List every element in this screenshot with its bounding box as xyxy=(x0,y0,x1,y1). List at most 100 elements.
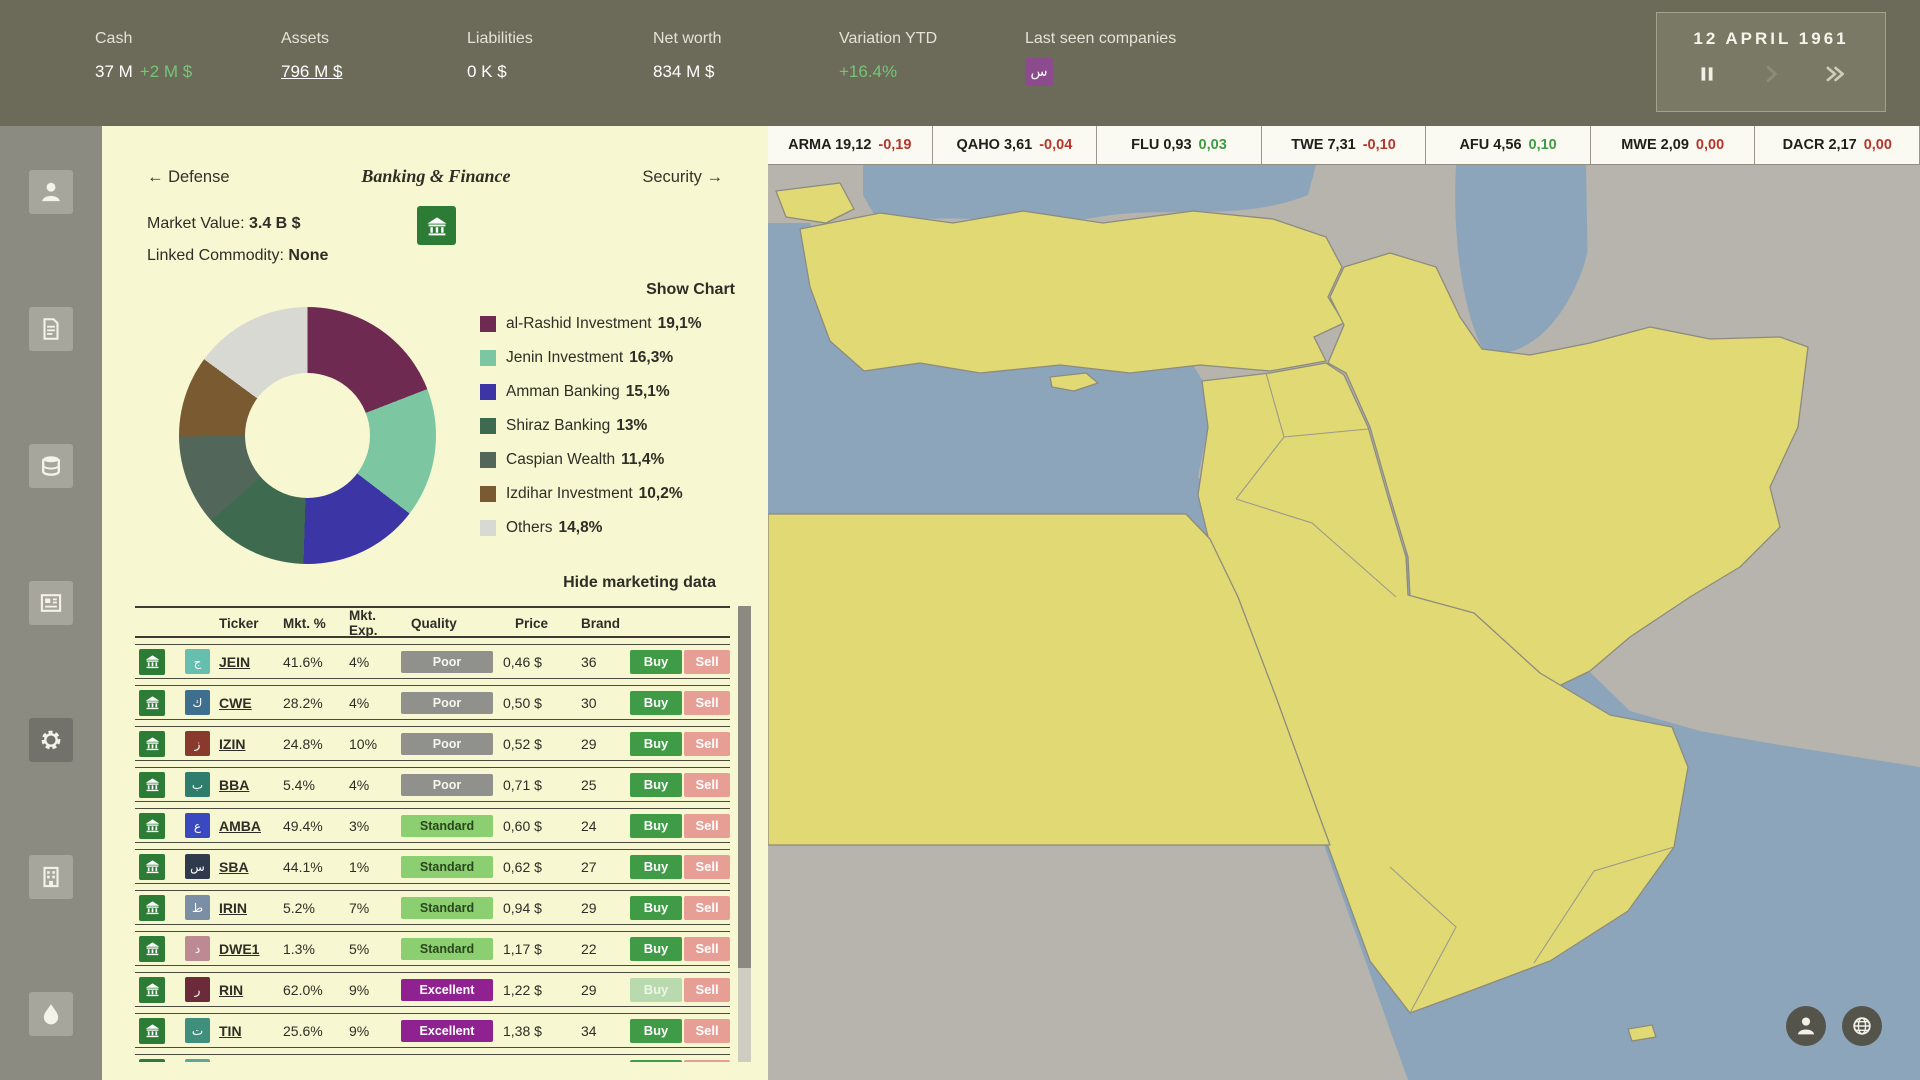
legend-item: Amman Banking15,1% xyxy=(480,383,768,401)
legend-column: Show Chart al-Rashid Investment19,1%Jeni… xyxy=(480,281,768,564)
company-logo[interactable]: ب xyxy=(185,772,210,797)
ticker-link[interactable]: RIN xyxy=(219,982,281,998)
sell-button[interactable]: Sell xyxy=(684,732,730,756)
next-sector-button[interactable]: Security → xyxy=(642,168,723,187)
sell-button[interactable]: Sell xyxy=(684,855,730,879)
sell-button[interactable]: Sell xyxy=(684,773,730,797)
sell-button[interactable]: Sell xyxy=(684,937,730,961)
buy-button[interactable]: Buy xyxy=(630,978,682,1002)
company-logo[interactable]: ج xyxy=(185,649,210,674)
bank-icon[interactable] xyxy=(139,1018,165,1044)
buy-button[interactable]: Buy xyxy=(630,855,682,879)
mkt-exp: 9% xyxy=(349,1023,399,1039)
ticker-cell-QAHO[interactable]: QAHO 3,61-0,04 xyxy=(933,126,1098,164)
ticker-link[interactable]: IRIN xyxy=(219,900,281,916)
pause-button[interactable] xyxy=(1696,63,1718,85)
legend-swatch xyxy=(480,520,496,536)
world-map[interactable] xyxy=(768,165,1920,1080)
sidebar-item-companies[interactable] xyxy=(29,855,73,899)
bank-icon[interactable] xyxy=(139,977,165,1003)
bank-icon[interactable] xyxy=(139,649,165,675)
sector-panel: ← Defense Banking & Finance Security → M… xyxy=(102,126,768,1080)
sidebar-item-resources[interactable] xyxy=(29,444,73,488)
sell-button[interactable]: Sell xyxy=(684,814,730,838)
sell-button[interactable]: Sell xyxy=(684,691,730,715)
ticker-cell-ARMA[interactable]: ARMA 19,12-0,19 xyxy=(768,126,933,164)
table-row: طIRIN5.2%7%Standard0,94 $29BuySell xyxy=(135,890,730,925)
sidebar-item-settings[interactable] xyxy=(29,718,73,762)
fast-forward-button[interactable] xyxy=(1824,63,1846,85)
marketing-table: Ticker Mkt. % Mkt. Exp. Quality Price Br… xyxy=(135,606,730,1062)
buy-button[interactable]: Buy xyxy=(630,896,682,920)
sidebar-item-person[interactable] xyxy=(29,170,73,214)
market-share-chart: Show Chart al-Rashid Investment19,1%Jeni… xyxy=(102,281,768,564)
buy-button[interactable]: Buy xyxy=(630,732,682,756)
ticker-link[interactable]: TIN xyxy=(219,1023,281,1039)
company-logo[interactable]: ك xyxy=(185,690,210,715)
company-logo[interactable]: س xyxy=(185,854,210,879)
company-logo[interactable]: د xyxy=(185,936,210,961)
ticker-link[interactable]: IZIN xyxy=(219,736,281,752)
bank-icon[interactable] xyxy=(139,772,165,798)
sell-button[interactable]: Sell xyxy=(684,650,730,674)
bank-icon[interactable] xyxy=(139,813,165,839)
play-button[interactable] xyxy=(1760,63,1782,85)
sell-button[interactable]: Sell xyxy=(684,896,730,920)
stat-value[interactable]: 796 M $ xyxy=(281,62,467,82)
buy-button[interactable]: Buy xyxy=(630,1019,682,1043)
company-logo[interactable] xyxy=(185,1059,210,1062)
ticker-cell-TWE[interactable]: TWE 7,31-0,10 xyxy=(1262,126,1427,164)
ticker-link[interactable]: DWE1 xyxy=(219,941,281,957)
buy-button[interactable]: Buy xyxy=(630,691,682,715)
pause-icon xyxy=(1696,63,1718,85)
population-button[interactable] xyxy=(1786,1006,1826,1046)
ticker-cell-MWE[interactable]: MWE 2,090,00 xyxy=(1591,126,1756,164)
bank-icon[interactable] xyxy=(139,690,165,716)
market-value: 3.4 B $ xyxy=(249,215,301,232)
world-view-button[interactable] xyxy=(1842,1006,1882,1046)
buy-button[interactable]: Buy xyxy=(630,773,682,797)
prev-sector-button[interactable]: ← Defense xyxy=(147,168,230,187)
company-logo[interactable]: ع xyxy=(185,813,210,838)
buy-button[interactable] xyxy=(630,1060,682,1063)
company-logo[interactable]: ز xyxy=(185,731,210,756)
sector-bank-button[interactable] xyxy=(417,206,456,245)
person-icon xyxy=(38,179,64,205)
sell-button[interactable]: Sell xyxy=(684,978,730,1002)
ticker-cell-FLU[interactable]: FLU 0,930,03 xyxy=(1097,126,1262,164)
buy-button[interactable]: Buy xyxy=(630,937,682,961)
sidebar-item-oil[interactable] xyxy=(29,992,73,1036)
ticker-symbol-price: TWE 7,31 xyxy=(1291,137,1355,153)
company-logo[interactable]: ت xyxy=(185,1018,210,1043)
sidebar-item-documents[interactable] xyxy=(29,307,73,351)
ticker-link[interactable]: SBA xyxy=(219,859,281,875)
table-row: كCWE28.2%4%Poor0,50 $30BuySell xyxy=(135,685,730,720)
ticker-cell-DACR[interactable]: DACR 2,170,00 xyxy=(1755,126,1920,164)
bank-icon[interactable] xyxy=(139,936,165,962)
legend-value: 10,2% xyxy=(639,485,683,503)
sell-button[interactable] xyxy=(684,1060,730,1063)
show-chart-button[interactable]: Show Chart xyxy=(480,281,768,299)
sell-button[interactable]: Sell xyxy=(684,1019,730,1043)
ticker-link[interactable]: AMBA xyxy=(219,818,281,834)
buy-button[interactable]: Buy xyxy=(630,814,682,838)
sidebar-item-news[interactable] xyxy=(29,581,73,625)
company-logo[interactable]: ط xyxy=(185,895,210,920)
company-logo[interactable]: ر xyxy=(185,977,210,1002)
bank-icon[interactable] xyxy=(139,731,165,757)
hide-marketing-button[interactable]: Hide marketing data xyxy=(102,574,768,592)
bank-icon[interactable] xyxy=(139,895,165,921)
ticker-cell-AFU[interactable]: AFU 4,560,10 xyxy=(1426,126,1591,164)
bank-icon[interactable] xyxy=(139,854,165,880)
bank-icon[interactable] xyxy=(139,1059,165,1063)
ticker-link[interactable]: JEIN xyxy=(219,654,281,670)
stat-value: 0 K $ xyxy=(467,62,653,82)
buy-button[interactable]: Buy xyxy=(630,650,682,674)
sidebar xyxy=(0,126,102,1080)
scrollbar-thumb[interactable] xyxy=(738,606,751,968)
last-seen-company-chip[interactable]: س xyxy=(1025,58,1053,86)
ticker-link[interactable]: BBA xyxy=(219,777,281,793)
quality-badge: Standard xyxy=(401,815,493,837)
game-date: 12 APRIL 1961 xyxy=(1693,29,1848,49)
ticker-link[interactable]: CWE xyxy=(219,695,281,711)
